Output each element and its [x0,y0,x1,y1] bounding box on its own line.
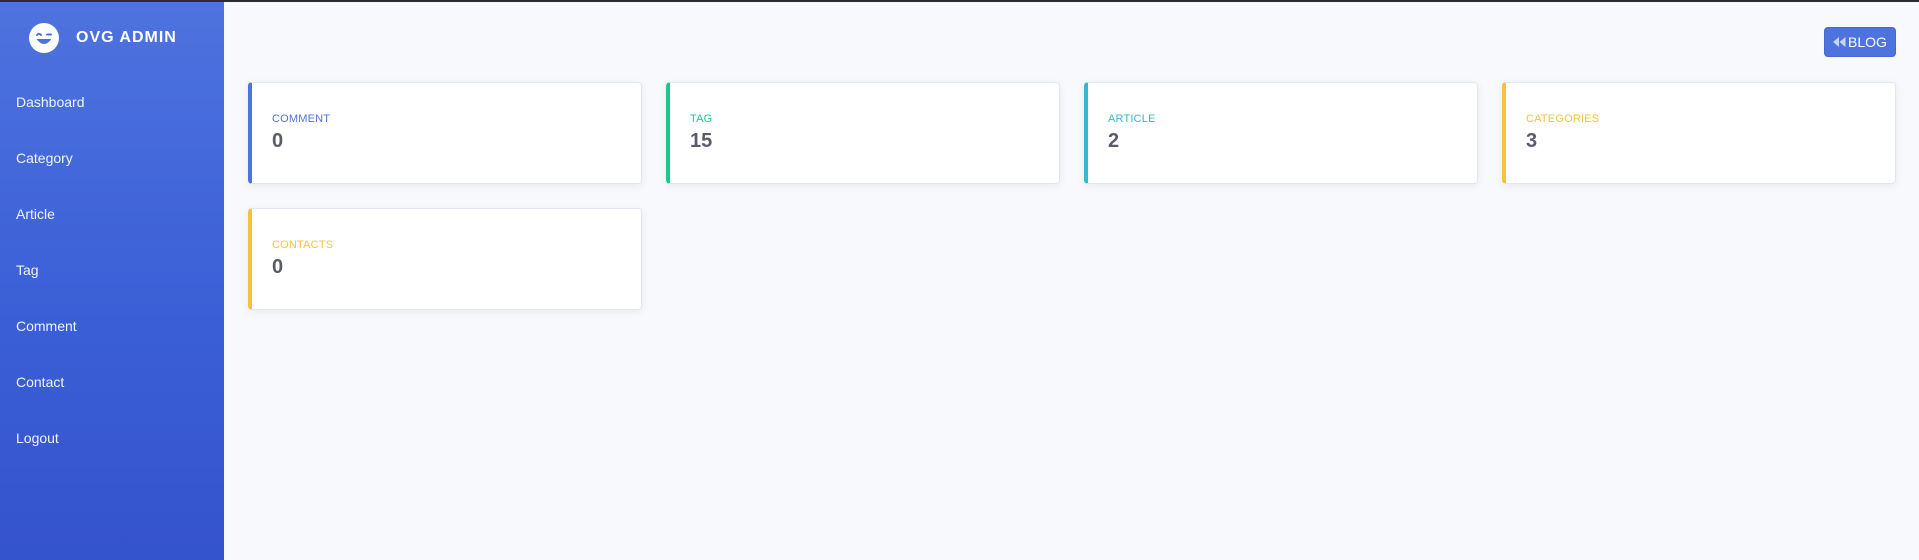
stat-card-label: CATEGORIES [1526,113,1600,125]
angle-double-left-icon [1833,34,1846,50]
stat-card-label: TAG [690,113,713,125]
sidebar-item-tag[interactable]: Tag [0,242,224,298]
stat-card-value: 3 [1526,130,1538,152]
stat-card-value: 2 [1108,130,1120,152]
stat-card-contacts: CONTACTS 0 [248,208,642,310]
sidebar-nav: Dashboard Category Article Tag Comment C… [0,74,224,466]
stat-card-comment: COMMENT 0 [248,82,642,184]
stat-card-categories: CATEGORIES 3 [1502,82,1896,184]
sidebar-item-logout[interactable]: Logout [0,410,224,466]
sidebar-item-category[interactable]: Category [0,130,224,186]
stat-card-tag: TAG 15 [666,82,1060,184]
main-content: BLOG COMMENT 0 TAG 15 ARTICLE 2 CATEGORI… [224,2,1919,560]
sidebar-item-article[interactable]: Article [0,186,224,242]
blog-button-label: BLOG [1848,34,1887,50]
sidebar-item-contact[interactable]: Contact [0,354,224,410]
blog-button[interactable]: BLOG [1824,27,1896,57]
laugh-wink-icon [28,22,60,54]
stat-card-value: 15 [690,130,713,152]
stat-card-value: 0 [272,256,284,278]
brand-title: OVG ADMIN [76,29,177,46]
brand[interactable]: OVG ADMIN [28,22,177,54]
sidebar-item-comment[interactable]: Comment [0,298,224,354]
stat-card-label: CONTACTS [272,239,334,251]
stat-card-value: 0 [272,130,284,152]
sidebar-item-dashboard[interactable]: Dashboard [0,74,224,130]
stat-card-label: COMMENT [272,113,331,125]
sidebar: OVG ADMIN Dashboard Category Article Tag… [0,2,224,560]
stat-card-article: ARTICLE 2 [1084,82,1478,184]
stat-card-label: ARTICLE [1108,113,1156,125]
